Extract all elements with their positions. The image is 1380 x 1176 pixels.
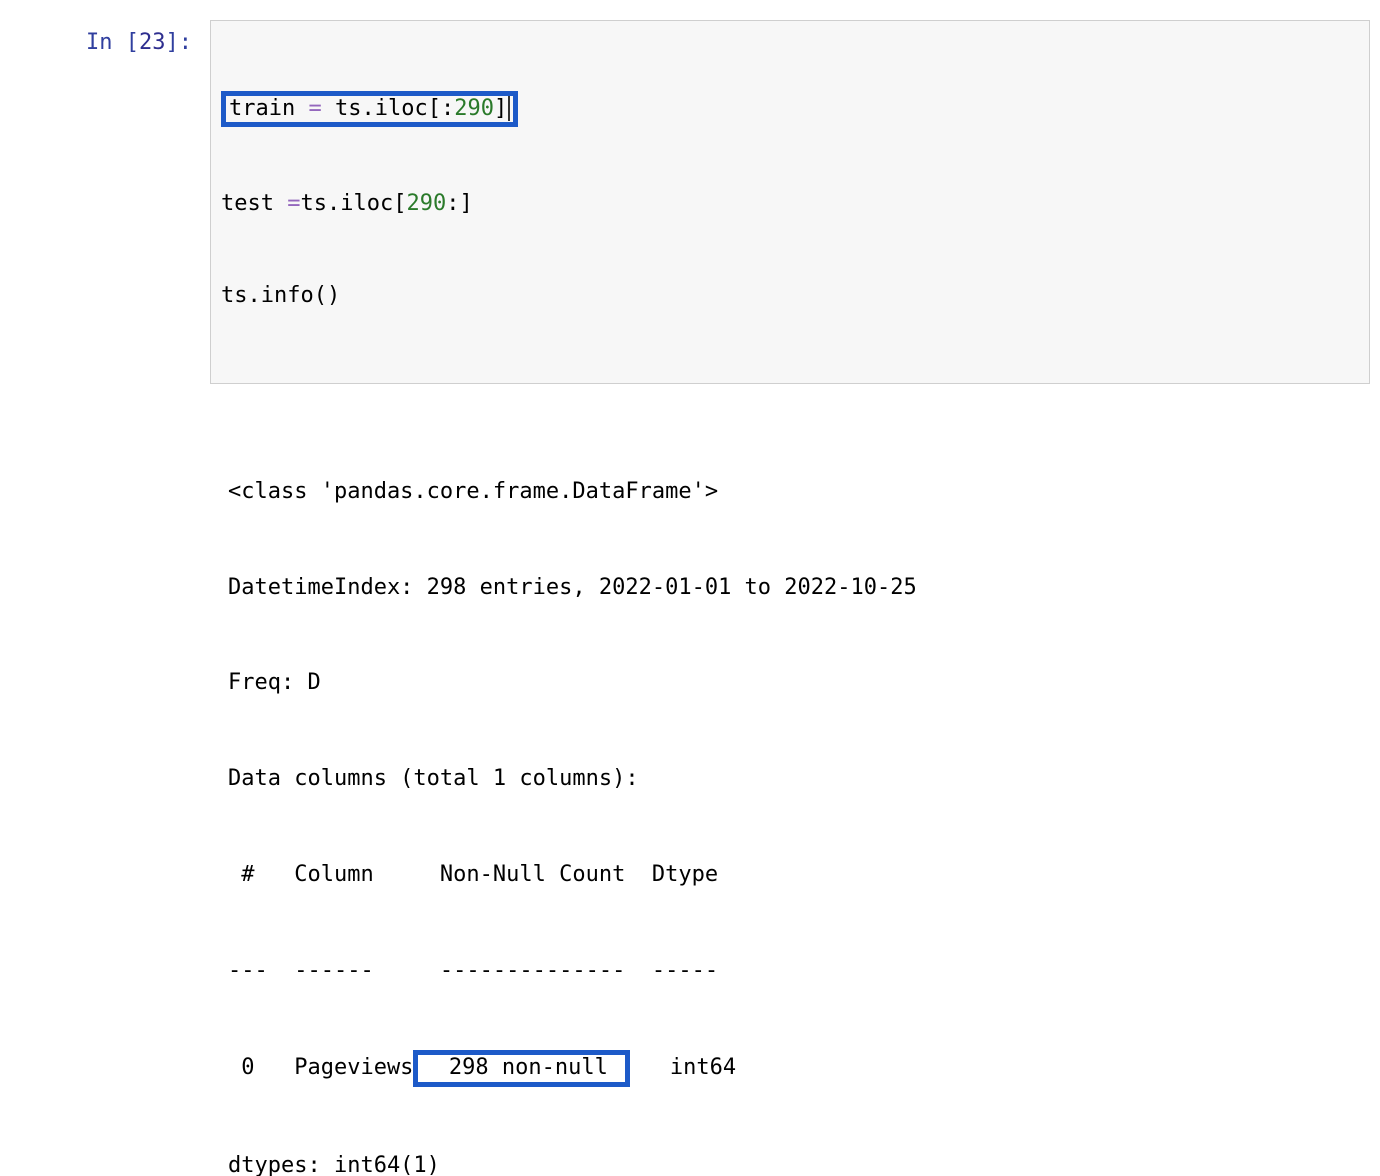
code-line-2: test =ts.iloc[290:]: [221, 189, 1359, 220]
output-line: 0 Pageviews 298 non-null int64: [228, 1050, 1370, 1086]
output-line: <class 'pandas.core.frame.DataFrame'>: [228, 476, 1370, 508]
output-area: <class 'pandas.core.frame.DataFrame'> Da…: [228, 412, 1370, 1176]
prompt-exec-count: 23: [139, 30, 166, 55]
annotation-highlight-train: train = ts.iloc[:290]: [221, 91, 518, 127]
output-line: --- ------ -------------- -----: [228, 955, 1370, 987]
output-line: dtypes: int64(1): [228, 1150, 1370, 1176]
input-prompt: In [23]:: [10, 20, 210, 59]
input-cell: In [23]: train = ts.iloc[:290] test =ts.…: [10, 20, 1370, 384]
output-line: Freq: D: [228, 667, 1370, 699]
code-editor[interactable]: train = ts.iloc[:290] test =ts.iloc[290:…: [210, 20, 1370, 384]
text-cursor: [508, 96, 510, 120]
output-line: # Column Non-Null Count Dtype: [228, 859, 1370, 891]
prompt-in-label: In: [86, 30, 126, 55]
annotation-highlight-nonnull: 298 non-null: [413, 1050, 630, 1086]
code-line-1: train = ts.iloc[:290]: [221, 91, 1359, 127]
code-line-3: ts.info(): [221, 281, 1359, 312]
output-line: Data columns (total 1 columns):: [228, 763, 1370, 795]
